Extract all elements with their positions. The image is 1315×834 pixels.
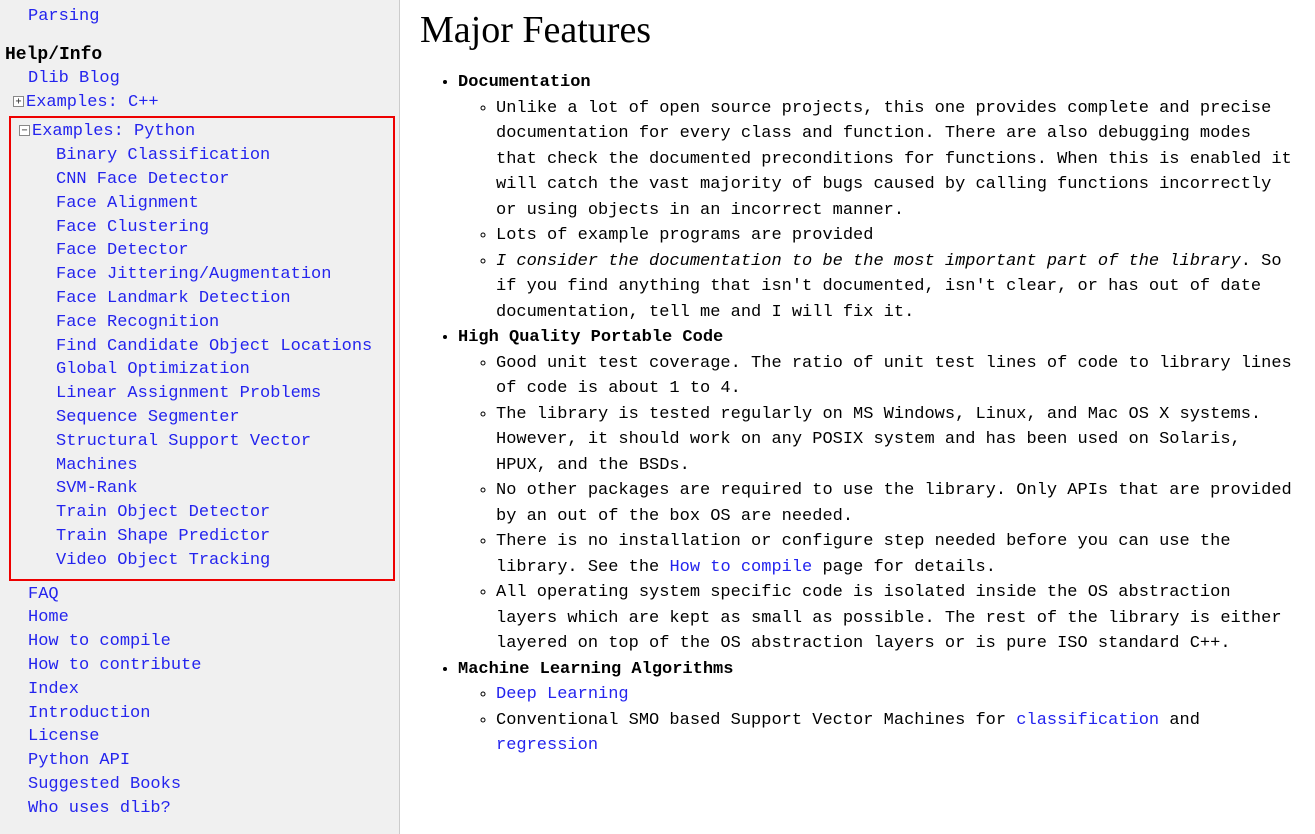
doc-item: I consider the documentation to be the m…	[496, 249, 1295, 326]
portable-item: There is no installation or configure st…	[496, 529, 1295, 580]
nav-py-face-jittering[interactable]: Face Jittering/Augmentation	[56, 263, 331, 287]
feature-title: High Quality Portable Code	[458, 328, 723, 347]
nav-faq[interactable]: FAQ	[28, 583, 59, 607]
nav-home[interactable]: Home	[28, 606, 69, 630]
nav-py-svm-rank[interactable]: SVM-Rank	[56, 477, 138, 501]
feature-portable-code: High Quality Portable Code Good unit tes…	[458, 325, 1295, 657]
nav-py-sequence-segmenter[interactable]: Sequence Segmenter	[56, 406, 240, 430]
nav-py-find-candidate[interactable]: Find Candidate Object Locations	[56, 335, 372, 359]
nav-license[interactable]: License	[28, 725, 99, 749]
portable-item: Good unit test coverage. The ratio of un…	[496, 351, 1295, 402]
nav-dlib-blog[interactable]: Dlib Blog	[28, 67, 120, 91]
nav-how-to-contribute[interactable]: How to contribute	[28, 654, 201, 678]
sidebar: Parsing Help/Info Dlib Blog +Examples: C…	[0, 0, 400, 834]
nav-py-train-shape-predictor[interactable]: Train Shape Predictor	[56, 525, 270, 549]
nav-suggested-books[interactable]: Suggested Books	[28, 773, 181, 797]
link-classification[interactable]: classification	[1016, 711, 1159, 730]
feature-documentation: Documentation Unlike a lot of open sourc…	[458, 70, 1295, 325]
section-help-info: Help/Info	[5, 45, 399, 65]
portable-item: The library is tested regularly on MS Wi…	[496, 402, 1295, 479]
nav-py-linear-assignment[interactable]: Linear Assignment Problems	[56, 382, 321, 406]
nav-who-uses-dlib[interactable]: Who uses dlib?	[28, 797, 171, 821]
expanded-examples-python: −Examples: Python Binary Classification …	[9, 116, 395, 580]
page-title: Major Features	[420, 8, 1295, 52]
nav-py-face-recognition[interactable]: Face Recognition	[56, 311, 219, 335]
nav-py-face-detector[interactable]: Face Detector	[56, 239, 189, 263]
nav-examples-cpp[interactable]: Examples: C++	[26, 91, 159, 115]
nav-index[interactable]: Index	[28, 678, 79, 702]
nav-examples-python[interactable]: Examples: Python	[32, 120, 195, 144]
feature-title: Documentation	[458, 73, 591, 92]
doc-item: Unlike a lot of open source projects, th…	[496, 96, 1295, 224]
nav-py-global-optimization[interactable]: Global Optimization	[56, 358, 250, 382]
nav-how-to-compile[interactable]: How to compile	[28, 630, 171, 654]
link-regression[interactable]: regression	[496, 736, 598, 755]
nav-py-video-tracking[interactable]: Video Object Tracking	[56, 549, 270, 573]
nav-py-face-clustering[interactable]: Face Clustering	[56, 216, 209, 240]
nav-parsing[interactable]: Parsing	[28, 5, 99, 29]
portable-item: All operating system specific code is is…	[496, 580, 1295, 657]
nav-introduction[interactable]: Introduction	[28, 702, 150, 726]
ml-item: Deep Learning	[496, 682, 1295, 708]
feature-ml-algorithms: Machine Learning Algorithms Deep Learnin…	[458, 657, 1295, 759]
portable-item: No other packages are required to use th…	[496, 478, 1295, 529]
collapse-minus-icon[interactable]: −	[19, 125, 30, 136]
nav-py-train-object-detector[interactable]: Train Object Detector	[56, 501, 270, 525]
ml-item: Conventional SMO based Support Vector Ma…	[496, 708, 1295, 759]
feature-title: Machine Learning Algorithms	[458, 660, 733, 679]
link-deep-learning[interactable]: Deep Learning	[496, 685, 629, 704]
link-how-to-compile[interactable]: How to compile	[669, 558, 812, 577]
nav-py-binary-classification[interactable]: Binary Classification	[56, 144, 270, 168]
nav-py-face-landmark[interactable]: Face Landmark Detection	[56, 287, 291, 311]
nav-py-face-alignment[interactable]: Face Alignment	[56, 192, 199, 216]
nav-py-cnn-face-detector[interactable]: CNN Face Detector	[56, 168, 229, 192]
nav-py-structural-svm[interactable]: Structural Support Vector Machines	[56, 430, 393, 478]
doc-item: Lots of example programs are provided	[496, 223, 1295, 249]
main-content: Major Features Documentation Unlike a lo…	[400, 0, 1315, 834]
expand-plus-icon[interactable]: +	[13, 96, 24, 107]
nav-python-api[interactable]: Python API	[28, 749, 130, 773]
